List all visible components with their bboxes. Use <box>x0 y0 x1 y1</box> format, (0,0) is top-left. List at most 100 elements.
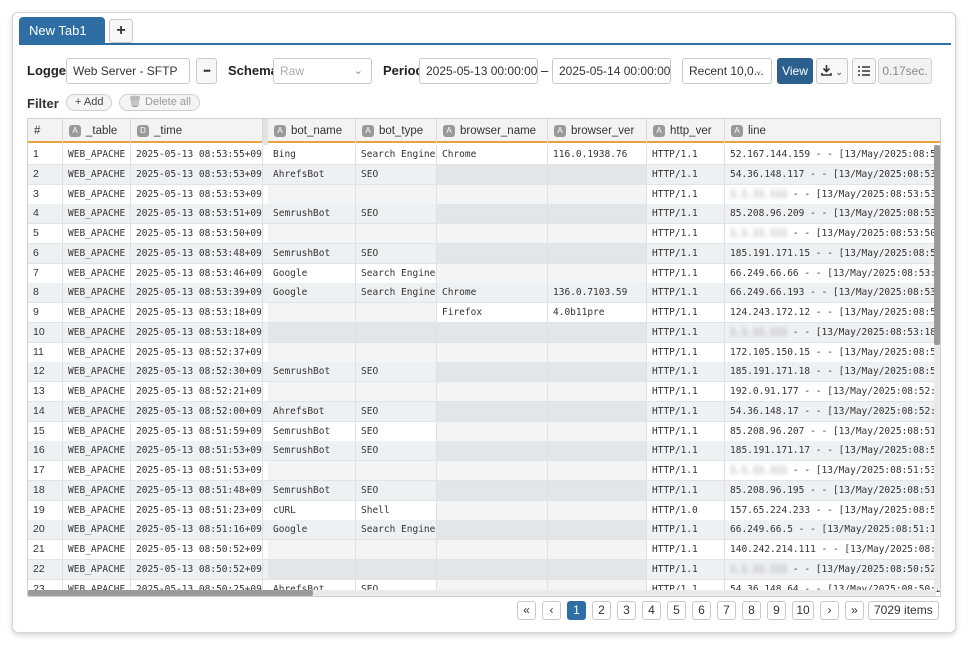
table-cell-http_ver[interactable]: HTTP/1.1 <box>647 303 725 322</box>
table-cell-index[interactable]: 13 <box>28 382 63 401</box>
table-row[interactable]: 7 WEB_APACHE 2025-05-13 08:53:46+0900 Googl… <box>28 263 940 284</box>
table-cell-browser_ver[interactable] <box>548 184 647 204</box>
table-cell-time[interactable]: 2025-05-13 08:52:30+0900 <box>131 362 263 382</box>
prev-page-button[interactable]: ‹ <box>542 601 561 620</box>
table-cell-browser_ver[interactable] <box>548 362 647 382</box>
delete-all-filters-button[interactable]: 🗑 Delete all <box>119 94 200 111</box>
table-cell-table[interactable]: WEB_APACHE <box>63 263 131 283</box>
table-cell-bot_name[interactable]: SemrushBot <box>268 421 356 441</box>
table-cell-browser_name[interactable] <box>437 559 548 579</box>
logger-field[interactable]: Web Server - SFTP <box>66 58 190 84</box>
column-header-table[interactable]: A _table <box>63 119 131 143</box>
table-cell-bot_name[interactable] <box>268 184 356 204</box>
column-header-time[interactable]: D _time <box>131 119 263 143</box>
table-row[interactable]: 8 WEB_APACHE 2025-05-13 08:53:39+0900 Googl… <box>28 283 940 304</box>
table-cell-bot_type[interactable] <box>356 342 437 362</box>
table-cell-bot_name[interactable] <box>268 322 356 342</box>
table-cell-http_ver[interactable]: HTTP/1.1 <box>647 480 725 500</box>
table-cell-index[interactable]: 14 <box>28 401 63 421</box>
table-cell-table[interactable]: WEB_APACHE <box>63 480 131 500</box>
table-row[interactable]: 19 WEB_APACHE 2025-05-13 08:51:23+0900 cURL… <box>28 500 940 521</box>
table-cell-bot_type[interactable]: SEO <box>356 204 437 224</box>
download-button[interactable]: ⌄ <box>816 58 848 84</box>
table-cell-index[interactable]: 7 <box>28 263 63 283</box>
column-header-bot_name[interactable]: Abot_name <box>268 119 356 143</box>
view-button[interactable]: View <box>777 58 813 84</box>
table-cell-table[interactable]: WEB_APACHE <box>63 540 131 559</box>
table-cell-http_ver[interactable]: HTTP/1.1 <box>647 184 725 204</box>
table-cell-table[interactable]: WEB_APACHE <box>63 421 131 441</box>
table-cell-browser_ver[interactable] <box>548 441 647 461</box>
table-row[interactable]: 3 WEB_APACHE 2025-05-13 08:53:53+0900 HTTP/… <box>28 184 940 205</box>
first-page-button[interactable]: « <box>517 601 536 620</box>
table-cell-http_ver[interactable]: HTTP/1.1 <box>647 145 725 164</box>
table-cell-http_ver[interactable]: HTTP/1.1 <box>647 322 725 342</box>
table-cell-time[interactable]: 2025-05-13 08:51:53+0900 <box>131 441 263 461</box>
table-cell-browser_name[interactable] <box>437 204 548 224</box>
table-cell-browser_ver[interactable] <box>548 500 647 520</box>
table-cell-index[interactable]: 8 <box>28 283 63 303</box>
table-row[interactable]: 2 WEB_APACHE 2025-05-13 08:53:53+0900 Ahref… <box>28 164 940 185</box>
table-cell-table[interactable]: WEB_APACHE <box>63 520 131 540</box>
table-cell-line[interactable]: 85.208.96.207 - - [13/May/2025:08:51:59 … <box>725 422 940 441</box>
table-cell-browser_ver[interactable] <box>548 421 647 441</box>
table-cell-browser_name[interactable] <box>437 480 548 500</box>
more-options-button[interactable]: ••• <box>196 58 217 84</box>
table-cell-time[interactable]: 2025-05-13 08:52:21+0900 <box>131 382 263 401</box>
table-cell-browser_ver[interactable] <box>548 401 647 421</box>
page-button-9[interactable]: 9 <box>767 601 786 620</box>
next-page-button[interactable]: › <box>820 601 839 620</box>
table-cell-index[interactable]: 15 <box>28 421 63 441</box>
table-cell-bot_name[interactable]: Bing <box>268 145 356 164</box>
table-row[interactable]: 18 WEB_APACHE 2025-05-13 08:51:48+0900 Semr… <box>28 480 940 501</box>
table-cell-line[interactable]: 1.1.11.111 - - [13/May/2025:08:53:18 +09 <box>725 323 940 342</box>
table-cell-browser_ver[interactable] <box>548 263 647 283</box>
table-cell-http_ver[interactable]: HTTP/1.1 <box>647 401 725 421</box>
table-cell-index[interactable]: 5 <box>28 224 63 243</box>
column-header-bot_type[interactable]: Abot_type <box>356 119 437 143</box>
table-cell-bot_name[interactable]: Google <box>268 520 356 540</box>
table-cell-bot_type[interactable]: Search Engine <box>356 283 437 303</box>
table-cell-browser_ver[interactable]: 4.0b11pre <box>548 303 647 322</box>
table-cell-time[interactable]: 2025-05-13 08:50:52+0900 <box>131 559 263 579</box>
table-cell-bot_name[interactable]: SemrushBot <box>268 243 356 263</box>
table-cell-table[interactable]: WEB_APACHE <box>63 164 131 184</box>
table-cell-bot_type[interactable]: Search Engine <box>356 145 437 164</box>
table-cell-bot_name[interactable] <box>268 559 356 579</box>
table-cell-http_ver[interactable]: HTTP/1.1 <box>647 520 725 540</box>
page-button-1[interactable]: 1 <box>567 601 586 620</box>
table-cell-bot_type[interactable]: Search Engine <box>356 520 437 540</box>
table-cell-http_ver[interactable]: HTTP/1.1 <box>647 421 725 441</box>
schema-select[interactable]: Raw ⌄ <box>273 58 372 84</box>
table-cell-index[interactable]: 6 <box>28 243 63 263</box>
table-cell-browser_name[interactable] <box>437 441 548 461</box>
table-cell-line[interactable]: 185.191.171.17 - - [13/May/2025:08:51:53 <box>725 441 940 460</box>
table-cell-table[interactable]: WEB_APACHE <box>63 401 131 421</box>
table-row[interactable]: 13 WEB_APACHE 2025-05-13 08:52:21+0900 HTTP… <box>28 382 940 402</box>
table-cell-http_ver[interactable]: HTTP/1.1 <box>647 461 725 480</box>
table-cell-table[interactable]: WEB_APACHE <box>63 559 131 579</box>
table-cell-browser_name[interactable] <box>437 500 548 520</box>
table-cell-index[interactable]: 16 <box>28 441 63 461</box>
table-cell-table[interactable]: WEB_APACHE <box>63 283 131 303</box>
table-cell-table[interactable]: WEB_APACHE <box>63 145 131 164</box>
table-cell-index[interactable]: 19 <box>28 500 63 520</box>
table-cell-bot_name[interactable]: Google <box>268 263 356 283</box>
table-row[interactable]: 21 WEB_APACHE 2025-05-13 08:50:52+0900 HTTP… <box>28 540 940 560</box>
table-cell-bot_type[interactable] <box>356 303 437 322</box>
table-cell-http_ver[interactable]: HTTP/1.1 <box>647 362 725 382</box>
table-cell-http_ver[interactable]: HTTP/1.1 <box>647 342 725 362</box>
table-row[interactable]: 10 WEB_APACHE 2025-05-13 08:53:18+0900 HTTP… <box>28 322 940 343</box>
table-cell-line[interactable]: 66.249.66.193 - - [13/May/2025:08:53:39 … <box>725 283 940 302</box>
vertical-scrollbar[interactable] <box>934 145 940 590</box>
table-cell-line[interactable]: 66.249.66.5 - - [13/May/2025:08:51:16 +0… <box>725 520 940 539</box>
table-cell-time[interactable]: 2025-05-13 08:53:51+0900 <box>131 204 263 224</box>
table-row[interactable]: 11 WEB_APACHE 2025-05-13 08:52:37+0900 HTTP… <box>28 342 940 363</box>
horizontal-scroll-thumb[interactable] <box>28 590 313 596</box>
table-cell-browser_ver[interactable] <box>548 480 647 500</box>
table-cell-bot_type[interactable] <box>356 224 437 243</box>
table-cell-browser_name[interactable] <box>437 540 548 559</box>
table-cell-http_ver[interactable]: HTTP/1.1 <box>647 382 725 401</box>
table-cell-bot_type[interactable]: SEO <box>356 441 437 461</box>
horizontal-scrollbar[interactable] <box>28 590 936 596</box>
